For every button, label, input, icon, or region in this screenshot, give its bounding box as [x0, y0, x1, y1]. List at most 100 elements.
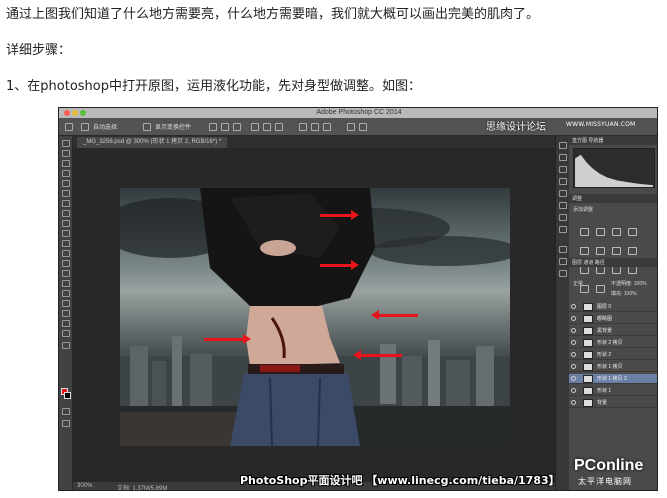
layer-row[interactable]: 眼睛图	[569, 314, 657, 324]
photo-canvas[interactable]	[120, 188, 510, 446]
history-panel-icon[interactable]	[559, 142, 567, 149]
actions-panel-icon[interactable]	[559, 154, 567, 161]
invert-icon[interactable]	[612, 266, 622, 274]
gradient-map-icon[interactable]	[596, 285, 606, 293]
history-brush-tool-icon[interactable]	[62, 230, 70, 237]
pen-tool-icon[interactable]	[62, 280, 70, 287]
red-arrow	[204, 334, 251, 344]
layer-row[interactable]: 形状 2 拷贝	[569, 338, 657, 348]
eyedropper-tool-icon[interactable]	[62, 190, 70, 197]
zoom-level[interactable]: 300%	[77, 483, 92, 489]
curves-icon[interactable]	[612, 228, 622, 236]
align-middle-icon[interactable]	[221, 123, 229, 131]
properties-panel-icon[interactable]	[559, 214, 567, 221]
bw-icon[interactable]	[628, 247, 638, 255]
checkbox-icon[interactable]	[143, 123, 151, 131]
more-tools-icon[interactable]	[62, 342, 70, 349]
document-tab[interactable]: _MG_3256.psd @ 300% (形状 1 拷贝 2, RGB/16*)…	[77, 137, 228, 148]
show-transform-label: 显示变换控件	[155, 125, 192, 131]
photo-filter-icon[interactable]	[580, 266, 589, 274]
background-color-swatch[interactable]	[64, 392, 71, 399]
align-right-icon[interactable]	[275, 123, 283, 131]
quick-select-tool-icon[interactable]	[62, 170, 70, 177]
hue-icon[interactable]	[596, 247, 606, 255]
brush-tool-icon[interactable]	[62, 210, 70, 217]
adjustments-tab[interactable]: 调整	[572, 195, 582, 202]
brush-panel-icon[interactable]	[559, 178, 567, 185]
gradient-tool-icon[interactable]	[62, 250, 70, 257]
paragraph-panel-icon[interactable]	[559, 202, 567, 209]
align-top-icon[interactable]	[209, 123, 217, 131]
histogram-graph	[573, 148, 655, 188]
eye-icon[interactable]	[571, 376, 576, 381]
layer-row[interactable]: 背景	[569, 398, 657, 408]
align-bottom-icon[interactable]	[233, 123, 241, 131]
hand-tool-icon[interactable]	[62, 320, 70, 327]
layer-name: 形状 1	[597, 388, 612, 394]
auto-select-label: 自动选择:	[93, 125, 119, 131]
canvas-area[interactable]	[73, 148, 555, 482]
layer-row[interactable]: 形状 1	[569, 386, 657, 396]
brightness-icon[interactable]	[580, 228, 589, 236]
opacity-field[interactable]: 不透明度: 100%	[611, 280, 647, 287]
zoom-tool-icon[interactable]	[62, 330, 70, 337]
eye-icon[interactable]	[571, 352, 576, 357]
layer-row[interactable]: 形状 1 拷贝 2	[569, 374, 657, 384]
exposure-icon[interactable]	[628, 228, 638, 236]
clone-source-panel-icon[interactable]	[559, 270, 567, 277]
eye-icon[interactable]	[571, 400, 576, 405]
dodge-tool-icon[interactable]	[62, 270, 70, 277]
blend-mode-select[interactable]: 正常	[573, 280, 583, 287]
red-arrow	[371, 310, 418, 320]
layer-name: 眼睛图	[597, 316, 613, 322]
adjustments-panel-tabs: 调整	[569, 194, 657, 203]
lasso-tool-icon[interactable]	[62, 160, 70, 167]
distribute-icon[interactable]	[323, 123, 331, 131]
blur-tool-icon[interactable]	[62, 260, 70, 267]
3d-mode-icon[interactable]	[359, 123, 367, 131]
marquee-tool-icon[interactable]	[62, 150, 70, 157]
channel-mixer-icon[interactable]	[596, 266, 606, 274]
layer-row[interactable]: 黑背景	[569, 326, 657, 336]
color-balance-icon[interactable]	[612, 247, 622, 255]
layer-name: 背景	[597, 400, 608, 406]
info-panel-icon[interactable]	[559, 226, 567, 233]
stamp-tool-icon[interactable]	[62, 220, 70, 227]
layer-name: 形状 1 拷贝 2	[597, 376, 627, 382]
histogram-tab[interactable]: 直方图 导航器	[572, 137, 603, 144]
eye-icon[interactable]	[571, 388, 576, 393]
shape-tool-icon[interactable]	[62, 310, 70, 317]
character-panel-icon[interactable]	[559, 190, 567, 197]
styles-panel-icon[interactable]	[559, 258, 567, 265]
eye-icon[interactable]	[571, 364, 576, 369]
layers-tab[interactable]: 图层 通道 路径	[572, 259, 605, 266]
tool-presets-panel-icon[interactable]	[559, 246, 567, 253]
path-select-tool-icon[interactable]	[62, 300, 70, 307]
crop-tool-icon[interactable]	[62, 180, 70, 187]
align-center-icon[interactable]	[263, 123, 271, 131]
levels-icon[interactable]	[596, 228, 606, 236]
type-tool-icon[interactable]	[62, 290, 70, 297]
vibrance-icon[interactable]	[580, 247, 589, 255]
layer-row[interactable]: 形状 2	[569, 350, 657, 360]
eye-icon[interactable]	[571, 328, 576, 333]
checkbox-icon[interactable]	[81, 123, 89, 131]
quick-mask-icon[interactable]	[62, 408, 70, 415]
eye-icon[interactable]	[571, 340, 576, 345]
swatches-panel-icon[interactable]	[559, 166, 567, 173]
align-left-icon[interactable]	[251, 123, 259, 131]
eye-icon[interactable]	[571, 316, 576, 321]
distribute-icon[interactable]	[311, 123, 319, 131]
distribute-icon[interactable]	[299, 123, 307, 131]
move-tool-icon[interactable]	[65, 123, 73, 131]
eraser-tool-icon[interactable]	[62, 240, 70, 247]
healing-tool-icon[interactable]	[62, 200, 70, 207]
layer-row[interactable]: 图层 0	[569, 302, 657, 312]
eye-icon[interactable]	[571, 304, 576, 309]
3d-mode-icon[interactable]	[347, 123, 355, 131]
move-tool-icon[interactable]	[62, 140, 70, 147]
posterize-icon[interactable]	[628, 266, 638, 274]
fill-field[interactable]: 填充: 100%	[611, 290, 637, 297]
screen-mode-icon[interactable]	[62, 420, 70, 427]
layer-row[interactable]: 形状 1 拷贝	[569, 362, 657, 372]
